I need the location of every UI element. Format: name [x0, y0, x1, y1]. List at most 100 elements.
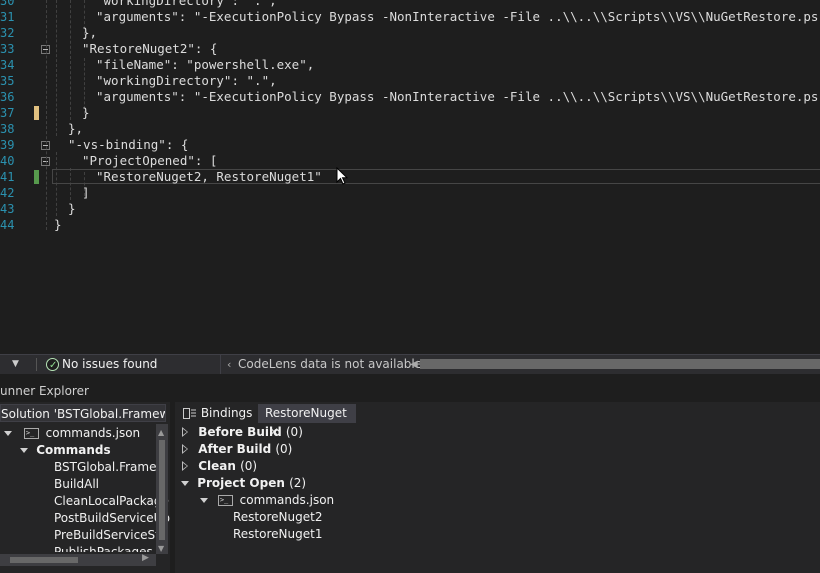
line-number: 37 — [0, 106, 15, 120]
binding-task[interactable]: RestoreNuget2 — [233, 509, 322, 526]
indent-guide — [70, 0, 71, 120]
scroll-up-icon[interactable]: ▲ — [158, 428, 164, 437]
expand-icon[interactable] — [182, 461, 188, 471]
expand-icon[interactable] — [4, 431, 12, 436]
line-number: 43 — [0, 202, 15, 216]
change-marker — [34, 170, 39, 184]
tree-item-commands[interactable]: Commands — [20, 442, 111, 459]
binding-name: Clean — [198, 459, 236, 473]
binding-project-open[interactable]: Project Open (2) — [181, 475, 306, 492]
horizontal-scrollbar[interactable] — [420, 359, 820, 369]
binding-count: (2) — [289, 476, 307, 490]
line-number: 35 — [0, 74, 15, 88]
line-number: 30 — [0, 0, 15, 8]
code-line: "workingDirectory": ".", — [96, 0, 277, 8]
indent-guide — [56, 152, 57, 216]
code-line: "fileName": "powershell.exe", — [96, 57, 315, 72]
line-number: 40 — [0, 154, 15, 168]
code-line: } — [82, 105, 90, 120]
binding-count: (0) — [240, 459, 258, 473]
line-number: 44 — [0, 218, 15, 232]
panel-title: unner Explorer — [0, 384, 89, 398]
binding-name: Project Open — [197, 476, 285, 490]
tree-item-task[interactable]: BSTGlobal.Framew — [54, 459, 166, 476]
line-number: 33 — [0, 42, 15, 56]
binding-after-build[interactable]: After Build (0) — [182, 441, 293, 458]
code-line: "ProjectOpened": [ — [82, 153, 218, 168]
line-number: 31 — [0, 10, 15, 24]
tree-item-task[interactable]: PostBuildServiceUp — [54, 510, 170, 527]
binding-name: Before Build — [198, 425, 282, 439]
code-line: ] — [82, 185, 90, 200]
scroll-left-icon[interactable]: ◀ — [410, 355, 418, 374]
bindings-panel: Bindings RestoreNuget ✕ Before Build (0)… — [175, 402, 820, 573]
divider — [220, 355, 221, 374]
code-line: "workingDirectory": ".", — [96, 73, 277, 88]
indent-guide — [56, 0, 57, 136]
tree-item-task[interactable]: BuildAll — [54, 476, 99, 493]
scrollbar-thumb[interactable] — [10, 557, 78, 563]
change-marker — [34, 106, 39, 120]
binding-file-commands-json[interactable]: >_ commands.json — [200, 492, 334, 509]
line-number: 41 — [0, 170, 15, 184]
code-editor[interactable]: 30 31 32 33 34 35 36 37 38 39 40 41 42 4… — [0, 0, 820, 354]
expand-icon[interactable] — [20, 448, 28, 453]
code-line: }, — [82, 25, 98, 40]
binding-name: After Build — [198, 442, 272, 456]
scroll-down-icon[interactable]: ▼ — [158, 544, 164, 553]
tree-label: commands.json — [45, 426, 141, 440]
mouse-cursor-icon — [336, 167, 348, 185]
tab-label: Bindings — [200, 406, 253, 420]
binding-before-build[interactable]: Before Build (0) — [182, 424, 303, 441]
line-number: 34 — [0, 58, 15, 72]
bindings-icon — [183, 407, 196, 419]
chevron-down-icon[interactable]: ▼ — [12, 355, 19, 374]
chevron-left-icon: ‹ — [227, 358, 232, 371]
code-line: }, — [68, 121, 84, 136]
code-line: } — [54, 217, 62, 232]
scrollbar-thumb[interactable] — [159, 440, 165, 540]
tree-item-task[interactable]: PublishPackages — [54, 544, 153, 552]
binding-count: (0) — [275, 442, 293, 456]
solution-dropdown[interactable]: Solution 'BSTGlobal.Framewo — [0, 404, 166, 422]
indent-guide — [46, 0, 47, 230]
line-number: 42 — [0, 186, 15, 200]
scroll-right-icon[interactable]: ▶ — [142, 553, 149, 563]
collapse-icon[interactable] — [181, 481, 189, 486]
collapse-icon[interactable] — [200, 498, 208, 503]
line-number: 38 — [0, 122, 15, 136]
tab-label: RestoreNuget — [265, 406, 347, 420]
horizontal-scrollbar[interactable]: ▶ — [0, 553, 156, 566]
code-line: "-vs-binding": { — [68, 137, 189, 152]
issues-status[interactable]: No issues found — [62, 355, 157, 374]
line-number: 36 — [0, 90, 15, 104]
binding-clean[interactable]: Clean (0) — [182, 458, 258, 475]
code-line: "RestoreNuget2": { — [82, 41, 218, 56]
tree-label: commands.json — [239, 493, 335, 507]
tree-item-task[interactable]: CleanLocalPackage — [54, 493, 169, 510]
code-line: "arguments": "-ExecutionPolicy Bypass -N… — [96, 89, 820, 104]
line-number: 32 — [0, 26, 15, 40]
codelens-status: CodeLens data is not available — [238, 357, 423, 371]
expand-icon[interactable] — [182, 444, 188, 454]
tree-item-commands-json[interactable]: >_ commands.json — [4, 425, 140, 442]
code-line: "arguments": "-ExecutionPolicy Bypass -N… — [96, 9, 820, 24]
binding-count: (0) — [285, 425, 303, 439]
terminal-icon: >_ — [23, 428, 39, 439]
code-line: } — [68, 201, 76, 216]
line-number: 39 — [0, 138, 15, 152]
divider — [36, 358, 37, 371]
vertical-scrollbar[interactable]: ▲ ▼ — [156, 424, 168, 554]
solution-name: Solution 'BSTGlobal.Framewo — [1, 407, 166, 421]
tree-item-task[interactable]: PreBuildServiceSto — [54, 527, 167, 544]
terminal-icon: >_ — [217, 495, 233, 506]
tree-label: Commands — [36, 443, 111, 457]
check-circle-icon: ✓ — [46, 358, 59, 371]
task-tree-panel: Solution 'BSTGlobal.Framewo >_ commands.… — [0, 402, 170, 573]
tab-restorenuget[interactable]: RestoreNuget ✕ — [258, 404, 356, 439]
binding-task[interactable]: RestoreNuget1 — [233, 526, 322, 543]
expand-icon[interactable] — [182, 427, 188, 437]
code-line: "RestoreNuget2, RestoreNuget1" — [96, 169, 322, 184]
tab-bindings[interactable]: Bindings — [179, 404, 257, 423]
editor-status-bar: ▼ ✓ No issues found ‹ CodeLens data is n… — [0, 354, 820, 374]
